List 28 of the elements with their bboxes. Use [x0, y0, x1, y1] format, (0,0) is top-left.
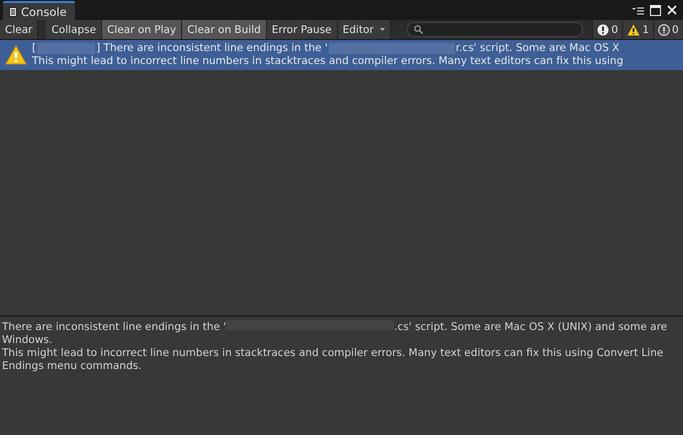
- toggle-button[interactable]: Collapse: [46, 20, 102, 39]
- clear-button[interactable]: Clear: [0, 20, 38, 39]
- dropdown-button[interactable]: Editor: [338, 20, 391, 39]
- toggle-button[interactable]: Clear on Play: [102, 20, 182, 39]
- log-text: r.cs' script. Some are Mac OS X: [456, 42, 620, 55]
- details-text: This might lead to incorrect line numbers in stacktraces and compiler errors. Many text editors can fix this using Convert Line Endings menu commands.: [2, 347, 664, 373]
- details-text: There are inconsistent line endings in the ' .cs' script. Some are Mac OS X (UNIX) and some are Windows.: [2, 320, 668, 347]
- search-field[interactable]: [406, 22, 584, 37]
- error-counter-button[interactable]: 0: [592, 20, 622, 39]
- toggle-button[interactable]: Clear on Build: [182, 20, 267, 39]
- info-icon: [658, 24, 670, 36]
- console-tab[interactable]: Console: [3, 1, 75, 20]
- maximize-icon[interactable]: [650, 4, 661, 16]
- menu-icon[interactable]: [632, 6, 644, 14]
- warning-icon: [5, 45, 27, 65]
- log-text: ] There are inconsistent line endings in the ': [96, 42, 328, 55]
- log-entry[interactable]: [ ] There are inconsistent line endings in the ' r.cs' script. Some are Mac OS X This might lead to incorrect line numbers in stacktraces and compiler errors. Many text editors can fix this using: [0, 40, 683, 70]
- close-icon[interactable]: [667, 5, 677, 15]
- warning-counter-button[interactable]: 1: [622, 20, 653, 39]
- search-icon: [414, 25, 423, 34]
- warning-icon: [627, 24, 640, 36]
- log-text: This might lead to incorrect line numbers in stacktraces and compiler errors. Many text editors can fix this using: [32, 55, 624, 68]
- toggle-button[interactable]: Error Pause: [266, 20, 338, 39]
- caret-icon: [380, 28, 385, 31]
- log-text: [: [32, 42, 36, 55]
- info-counter-button[interactable]: 0: [653, 20, 683, 39]
- error-icon: [597, 24, 610, 36]
- document-icon: [9, 6, 17, 16]
